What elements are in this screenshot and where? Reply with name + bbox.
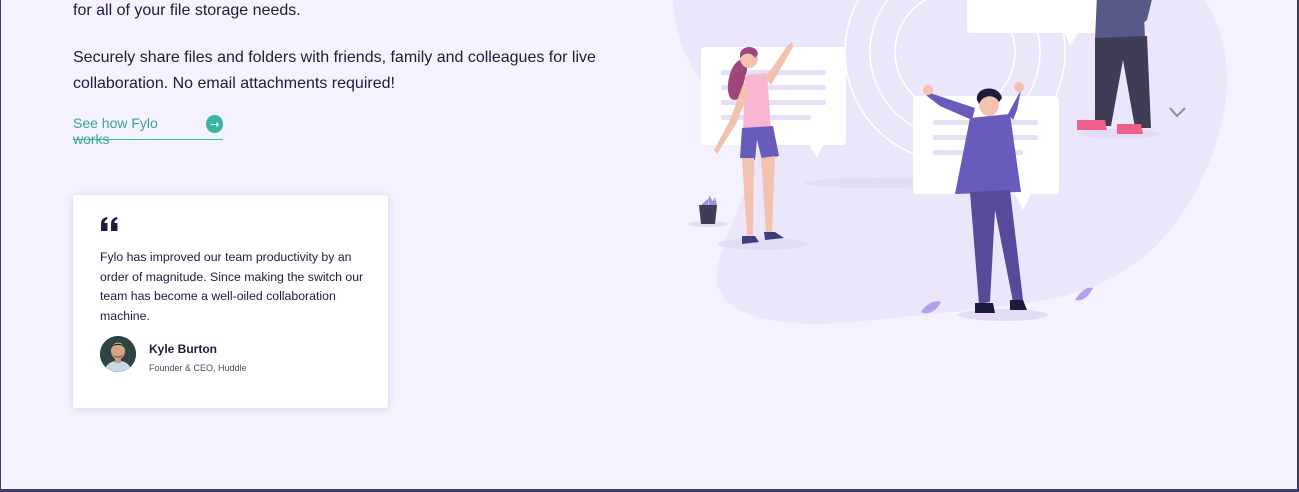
intro-line-2: Securely share files and folders with fr… (73, 49, 596, 92)
quote-icon (101, 217, 118, 231)
testimonial-quote: Fylo has improved our team productivity … (100, 250, 364, 323)
arrow-right-icon: → (206, 115, 223, 133)
cta-label: See how Fylo works (73, 115, 158, 147)
see-how-fylo-works-link[interactable]: See how Fylo works → (73, 114, 223, 147)
collaboration-illustration (673, 0, 1227, 325)
avatar (100, 336, 136, 372)
intro-line-1: for all of your file storage needs. (73, 2, 301, 19)
author-name: Kyle Burton (149, 342, 218, 356)
author-role: Founder & CEO, Huddle (149, 363, 247, 373)
testimonial-card: Fylo has improved our team productivity … (73, 195, 388, 408)
frame-left-border (0, 0, 1, 492)
